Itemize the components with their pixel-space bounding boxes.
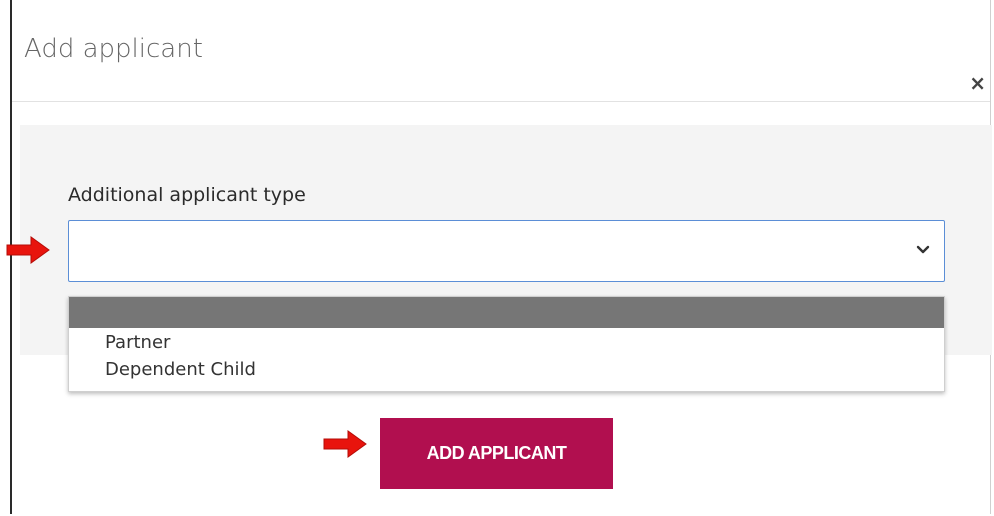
add-applicant-button[interactable]: ADD APPLICANT xyxy=(380,418,613,489)
close-button[interactable]: × xyxy=(969,73,986,93)
header-divider xyxy=(12,101,990,102)
red-arrow-right-icon xyxy=(323,430,367,458)
applicant-type-select[interactable] xyxy=(68,220,945,282)
applicant-type-label: Additional applicant type xyxy=(68,184,306,206)
applicant-type-options: Partner Dependent Child xyxy=(68,296,945,392)
option-label: Dependent Child xyxy=(105,359,256,380)
add-applicant-dialog: Add applicant × Additional applicant typ… xyxy=(10,0,992,514)
option-dependent-child[interactable]: Dependent Child xyxy=(69,358,944,382)
chevron-down-icon xyxy=(916,245,930,254)
option-blank[interactable] xyxy=(69,297,944,328)
red-arrow-right-icon xyxy=(6,236,50,264)
option-partner[interactable]: Partner xyxy=(69,328,944,358)
dialog-title: Add applicant xyxy=(24,34,203,64)
option-label: Partner xyxy=(105,332,171,353)
